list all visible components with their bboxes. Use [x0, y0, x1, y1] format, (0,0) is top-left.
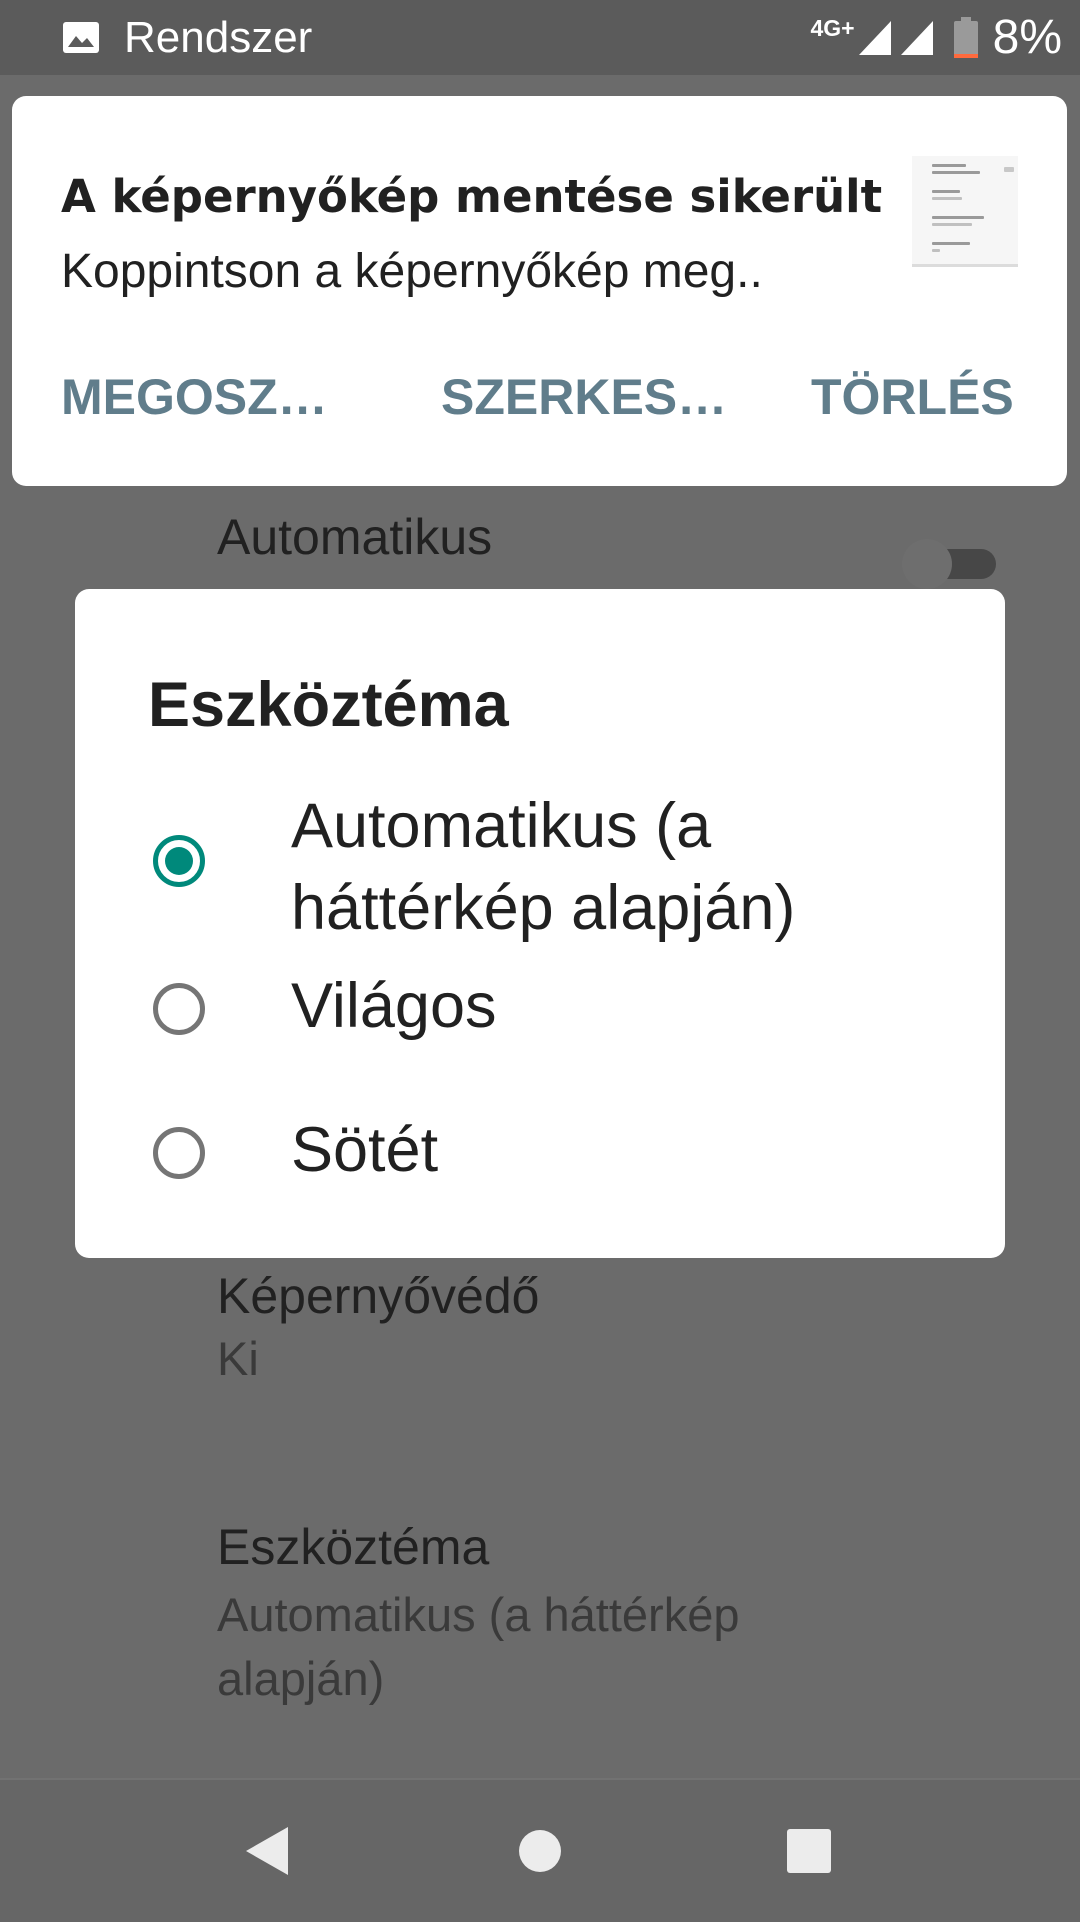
option-label-light: Világos — [291, 971, 497, 1041]
home-icon — [519, 1830, 561, 1872]
option-dark[interactable]: Sötét — [75, 1109, 1005, 1209]
dialog-title: Eszköztéma — [148, 670, 509, 740]
setting-summary-screensaver: Ki — [217, 1332, 259, 1385]
navigation-bar — [0, 1778, 1080, 1922]
option-light[interactable]: Világos — [75, 965, 1005, 1065]
setting-title-automatic[interactable]: Automatikus — [217, 508, 492, 566]
status-bar: Rendszer 4G+ 8% — [0, 0, 1080, 75]
edit-button[interactable]: SZERKES… — [441, 368, 727, 426]
option-automatic[interactable]: Automatikus (a háttérkép alapján) — [75, 785, 1005, 943]
option-label-automatic: Automatikus (a háttérkép alapján) — [291, 791, 796, 943]
notification-text: Koppintson a képernyőkép meg.. — [61, 245, 763, 298]
screenshot-thumbnail — [912, 156, 1018, 267]
recents-icon — [787, 1829, 831, 1873]
share-button[interactable]: MEGOSZ… — [61, 368, 328, 426]
notification-title: A képernyőkép mentése sikerült — [61, 170, 883, 223]
battery-percent: 8% — [992, 11, 1062, 64]
screenshot-notification[interactable]: A képernyőkép mentése sikerült Koppintso… — [12, 96, 1067, 486]
setting-title-screensaver[interactable]: Képernyővédő — [217, 1267, 539, 1325]
image-icon — [63, 22, 99, 53]
radio-automatic[interactable] — [153, 835, 205, 887]
recents-button[interactable] — [749, 1780, 869, 1922]
delete-button[interactable]: TÖRLÉS — [811, 368, 1014, 426]
device-theme-dialog: Eszköztéma Automatikus (a háttérkép alap… — [75, 589, 1005, 1258]
battery-icon — [953, 16, 978, 58]
automatic-toggle[interactable] — [902, 539, 996, 589]
status-left: Rendszer — [62, 0, 312, 75]
back-icon — [246, 1827, 288, 1875]
option-label-dark: Sötét — [291, 1115, 439, 1185]
signal-icon-2 — [900, 20, 933, 55]
status-app-name: Rendszer — [124, 12, 313, 62]
radio-dark[interactable] — [153, 1127, 205, 1179]
toggle-thumb — [902, 539, 952, 589]
back-button[interactable] — [207, 1780, 327, 1922]
signal-icon — [858, 20, 891, 55]
network-type: 4G+ — [810, 15, 855, 41]
setting-summary-device-theme: Automatikus (a háttérkép alapján) — [217, 1588, 740, 1705]
radio-light[interactable] — [153, 983, 205, 1035]
notification-actions: MEGOSZ… SZERKES… TÖRLÉS — [61, 368, 1021, 428]
home-button[interactable] — [480, 1780, 600, 1922]
setting-title-device-theme[interactable]: Eszköztéma — [217, 1518, 489, 1576]
status-right: 4G+ 8% — [811, 0, 1063, 75]
